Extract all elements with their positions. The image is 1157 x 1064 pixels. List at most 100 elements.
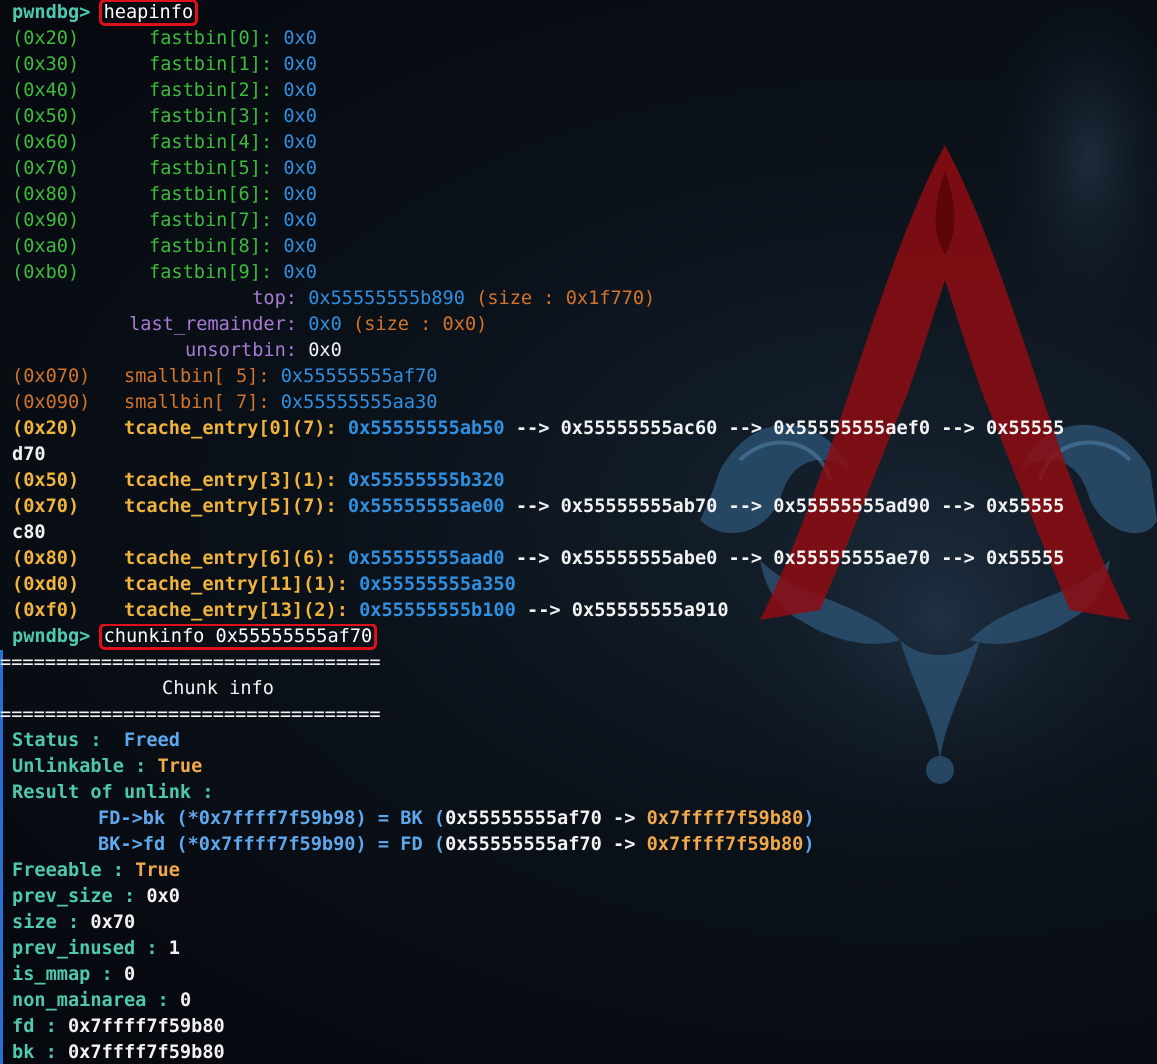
tcache-first-address: 0x55555555ab50 — [347, 418, 505, 439]
unlinkable-label: Unlinkable : — [12, 756, 147, 777]
bk-fd-arrow: -> — [613, 834, 636, 855]
bk-fd-open: (* — [176, 834, 199, 855]
tcache-label: tcache_entry[6](6): — [124, 548, 337, 569]
fastbin-value: 0x0 — [283, 132, 317, 153]
unsortbin-line: unsortbin: 0x0 — [12, 338, 1157, 364]
fastbin-line: (0x30) fastbin[1]: 0x0 — [12, 52, 1157, 78]
chunk-field-line: non_mainarea : 0 — [12, 988, 1157, 1014]
smallbin-size: (0x090) — [12, 392, 91, 413]
chunkinfo-command[interactable]: chunkinfo 0x55555555af70 — [98, 624, 378, 650]
chunk-info-title: Chunk info — [162, 678, 274, 699]
fastbin-size: (0xa0) — [12, 236, 80, 257]
top-chunk-line: top: 0x55555555b890 (size : 0x1f770) — [12, 286, 1157, 312]
top-size: (size : 0x1f770) — [476, 288, 656, 309]
prompt-label: pwndbg> — [12, 626, 91, 647]
fastbin-value: 0x0 — [283, 210, 317, 231]
fastbin-label: fastbin[4]: — [149, 132, 273, 153]
last-remainder-size: (size : 0x0) — [353, 314, 488, 335]
chunk-field-label: prev_size : — [12, 886, 136, 907]
tcache-chain: --> 0x55555555ac60 --> 0x55555555aef0 --… — [504, 418, 1065, 439]
fd-bk-close: ) — [355, 808, 367, 829]
fastbin-line: (0xa0) fastbin[8]: 0x0 — [12, 234, 1157, 260]
tcache-size: (0x20) — [12, 418, 80, 439]
fd-bk-destination: 0x7ffff7f59b80 — [646, 808, 804, 829]
bk-fd-end: ) — [803, 834, 815, 855]
fastbin-size: (0x70) — [12, 158, 80, 179]
chunk-field-line: prev_inused : 1 — [12, 936, 1157, 962]
tcache-wrapped-text: d70 — [12, 444, 46, 465]
prompt-line-chunkinfo: pwndbg> chunkinfo 0x55555555af70 — [0, 624, 1157, 650]
tcache-first-address: 0x55555555aad0 — [347, 548, 505, 569]
tcache-first-address: 0x55555555b320 — [347, 470, 505, 491]
fd-bk-arrow: -> — [613, 808, 636, 829]
fastbin-label: fastbin[9]: — [149, 262, 273, 283]
separator-top: ================================== — [0, 652, 381, 673]
chunk-field-value: True — [135, 860, 180, 881]
smallbin-address: 0x55555555aa30 — [280, 392, 438, 413]
fastbin-value: 0x0 — [283, 54, 317, 75]
tcache-size: (0xd0) — [12, 574, 80, 595]
fastbin-label: fastbin[5]: — [149, 158, 273, 179]
prompt-label: pwndbg> — [12, 2, 91, 23]
tcache-line: (0x80) tcache_entry[6](6): 0x55555555aad0… — [12, 546, 1157, 572]
top-label: top: — [252, 288, 297, 309]
chunk-field-label: fd : — [12, 1016, 57, 1037]
result-of-unlink-label: Result of unlink : — [12, 782, 214, 803]
tcache-line: (0xd0) tcache_entry[11](1): 0x55555555a35… — [12, 572, 1157, 598]
tcache-label: tcache_entry[3](1): — [124, 470, 337, 491]
tcache-size: (0xf0) — [12, 600, 80, 621]
fastbin-size: (0x50) — [12, 106, 80, 127]
tcache-label: tcache_entry[5](7): — [124, 496, 337, 517]
tcache-wrapped-text: c80 — [12, 522, 46, 543]
terminal-window[interactable]: pwndbg> heapinfo (0x20) fastbin[0]: 0x0 (0… — [0, 0, 1157, 1064]
chunk-field-line: size : 0x70 — [12, 910, 1157, 936]
fastbin-size: (0xb0) — [12, 262, 80, 283]
tcache-line: (0x70) tcache_entry[5](7): 0x55555555ae00… — [12, 494, 1157, 520]
fastbin-label: fastbin[2]: — [149, 80, 273, 101]
tcache-first-address: 0x55555555ae00 — [347, 496, 505, 517]
unlinkable-value: True — [157, 756, 203, 777]
status-line: Status : Freed — [12, 728, 1157, 754]
chunk-field-label: Freeable : — [12, 860, 124, 881]
bk-fd-close: ) — [355, 834, 367, 855]
fastbin-line: (0x50) fastbin[3]: 0x0 — [12, 104, 1157, 130]
chunk-field-value: 0 — [123, 964, 136, 985]
last-remainder-address: 0x0 — [308, 314, 342, 335]
fastbin-value: 0x0 — [283, 262, 317, 283]
fastbin-label: fastbin[6]: — [149, 184, 273, 205]
smallbin-line: (0x090) smallbin[ 7]: 0x55555555aa30 — [12, 390, 1157, 416]
fd-bk-open: (* — [176, 808, 199, 829]
tcache-label: tcache_entry[13](2): — [124, 600, 348, 621]
smallbin-label: smallbin[ 7]: — [124, 392, 270, 413]
fd-bk-end: ) — [803, 808, 815, 829]
chunk-field-label: prev_inused : — [12, 938, 158, 959]
chunk-field-value: 0x7ffff7f59b80 — [67, 1016, 225, 1037]
smallbin-line: (0x070) smallbin[ 5]: 0x55555555af70 — [12, 364, 1157, 390]
fastbin-value: 0x0 — [283, 106, 317, 127]
tcache-line: (0x20) tcache_entry[0](7): 0x55555555ab50… — [12, 416, 1157, 442]
fastbin-value: 0x0 — [283, 184, 317, 205]
chunk-field-value: 0 — [179, 990, 192, 1011]
fastbin-label: fastbin[8]: — [149, 236, 273, 257]
heapinfo-command[interactable]: heapinfo — [98, 0, 199, 26]
fastbin-list: (0x20) fastbin[0]: 0x0 (0x30) fastbin[1]: 0… — [12, 26, 1157, 286]
tcache-first-address: 0x55555555b100 — [359, 600, 516, 621]
bk-fd-source: 0x55555555af70 — [445, 834, 602, 855]
chunk-field-label: size : — [12, 912, 80, 933]
fastbin-size: (0x30) — [12, 54, 80, 75]
chunk-field-value: 0x70 — [90, 912, 136, 933]
bk-fd-label: BK->fd — [98, 834, 166, 855]
tcache-label: tcache_entry[0](7): — [124, 418, 337, 439]
prompt-line-heapinfo: pwndbg> heapinfo — [0, 0, 1157, 26]
tcache-size: (0x80) — [12, 548, 80, 569]
smallbin-label: smallbin[ 5]: — [124, 366, 270, 387]
fastbin-line: (0x90) fastbin[7]: 0x0 — [12, 208, 1157, 234]
chunk-field-line: Freeable : True — [12, 858, 1157, 884]
separator-bottom: ================================== — [0, 704, 381, 725]
chunk-field-line: fd : 0x7ffff7f59b80 — [12, 1014, 1157, 1040]
fastbin-line: (0xb0) fastbin[9]: 0x0 — [12, 260, 1157, 286]
fastbin-value: 0x0 — [283, 28, 317, 49]
tcache-chain: --> 0x55555555a910 — [515, 600, 729, 621]
tcache-first-address: 0x55555555a350 — [359, 574, 516, 595]
status-label: Status : — [12, 730, 102, 751]
